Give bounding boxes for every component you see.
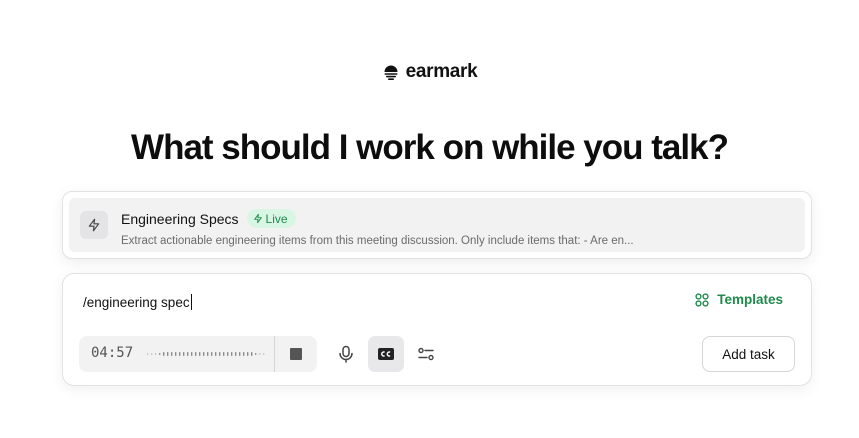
- brand-logo: earmark: [0, 61, 859, 83]
- settings-button[interactable]: [408, 336, 444, 372]
- live-badge: Live: [246, 209, 296, 228]
- microphone-icon: [339, 345, 353, 363]
- sliders-icon: [418, 347, 434, 361]
- captions-button[interactable]: [368, 336, 404, 372]
- live-badge-label: Live: [265, 211, 288, 226]
- task-input-value: /engineering spec: [83, 295, 190, 310]
- earmark-logo-icon: [384, 65, 398, 80]
- recording-timer: 04:57: [79, 336, 317, 372]
- text-caret: [190, 294, 192, 310]
- waveform-icon: [147, 352, 265, 356]
- suggestion-title: Engineering Specs: [121, 210, 239, 227]
- microphone-button[interactable]: [328, 336, 364, 372]
- templates-label: Templates: [717, 292, 783, 307]
- timer-value: 04:57: [91, 345, 134, 361]
- bolt-small-icon: [253, 213, 262, 224]
- task-composer: /engineering spec Templates 04:57 Add ta…: [62, 273, 812, 386]
- suggestion-description: Extract actionable engineering items fro…: [121, 235, 634, 247]
- closed-captions-icon: [378, 348, 394, 360]
- bolt-icon: [80, 211, 108, 239]
- stop-recording-button[interactable]: [275, 336, 317, 372]
- grid-icon: [695, 292, 709, 307]
- suggestion-item-engineering-specs[interactable]: Engineering Specs Live Extract actionabl…: [69, 198, 805, 252]
- brand-name: earmark: [405, 61, 478, 82]
- stop-icon: [290, 348, 302, 360]
- templates-button[interactable]: Templates: [695, 292, 783, 307]
- add-task-button[interactable]: Add task: [702, 336, 795, 372]
- task-input[interactable]: /engineering spec: [83, 294, 503, 310]
- page-title: What should I work on while you talk?: [131, 128, 729, 167]
- suggestion-dropdown: Engineering Specs Live Extract actionabl…: [62, 191, 812, 259]
